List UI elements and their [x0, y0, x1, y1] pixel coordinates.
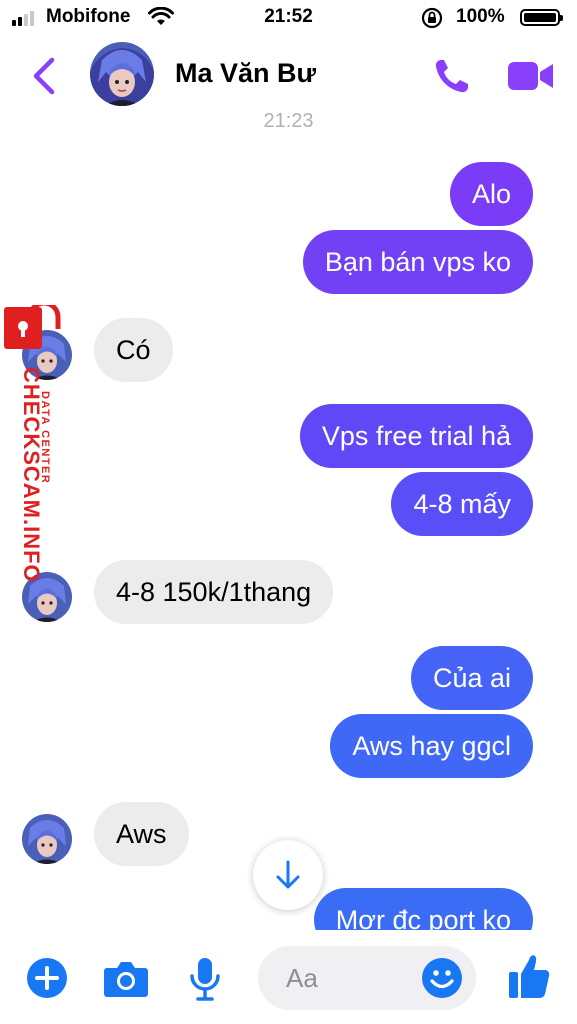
- chevron-left-icon[interactable]: [30, 56, 58, 101]
- message-bubble-incoming[interactable]: 4-8 150k/1thang: [94, 560, 334, 624]
- battery-icon: [520, 9, 563, 26]
- message-bubble-outgoing[interactable]: Vps free trial hả: [299, 404, 533, 468]
- thumbs-up-icon[interactable]: [507, 952, 551, 1005]
- battery-percent: 100%: [456, 6, 505, 27]
- phone-icon[interactable]: [432, 56, 472, 101]
- watermark-logo: CHECKSCAM.INFO DATA CENTER: [4, 305, 61, 583]
- message-bubble-incoming[interactable]: Aws: [94, 802, 189, 866]
- arrow-down-icon: [276, 860, 300, 889]
- contact-name[interactable]: Ma Văn Bư: [175, 58, 316, 89]
- message-bubble-incoming[interactable]: Có: [94, 318, 173, 382]
- svg-text:DATA CENTER: DATA CENTER: [39, 391, 51, 484]
- camera-icon[interactable]: [103, 958, 149, 1003]
- message-bubble-outgoing[interactable]: Alo: [449, 162, 533, 226]
- message-list[interactable]: 21:23 Alo Bạn bán vps ko Có Vps free tri…: [0, 110, 577, 930]
- plus-icon[interactable]: [27, 958, 67, 1003]
- message-bubble-outgoing[interactable]: 4-8 mấy: [391, 472, 533, 536]
- message-bubble-outgoing[interactable]: Aws hay ggcl: [330, 714, 533, 778]
- message-bubble-outgoing[interactable]: Của ai: [410, 646, 533, 710]
- scroll-to-bottom-button[interactable]: [253, 840, 323, 910]
- status-bar: Mobifone 21:52 100%: [0, 0, 577, 36]
- chat-header: Ma Văn Bư: [0, 36, 577, 116]
- message-bubble-outgoing[interactable]: Mơr đc port ko: [313, 888, 533, 930]
- avatar: [22, 814, 72, 864]
- message-composer: [0, 930, 577, 1024]
- message-timestamp: 21:23: [263, 110, 314, 132]
- rotation-lock-icon: [420, 7, 444, 35]
- microphone-icon[interactable]: [189, 956, 221, 1007]
- message-bubble-outgoing[interactable]: Bạn bán vps ko: [302, 230, 533, 294]
- emoji-icon[interactable]: [422, 958, 462, 1003]
- video-camera-icon[interactable]: [506, 58, 556, 99]
- avatar[interactable]: [90, 42, 154, 106]
